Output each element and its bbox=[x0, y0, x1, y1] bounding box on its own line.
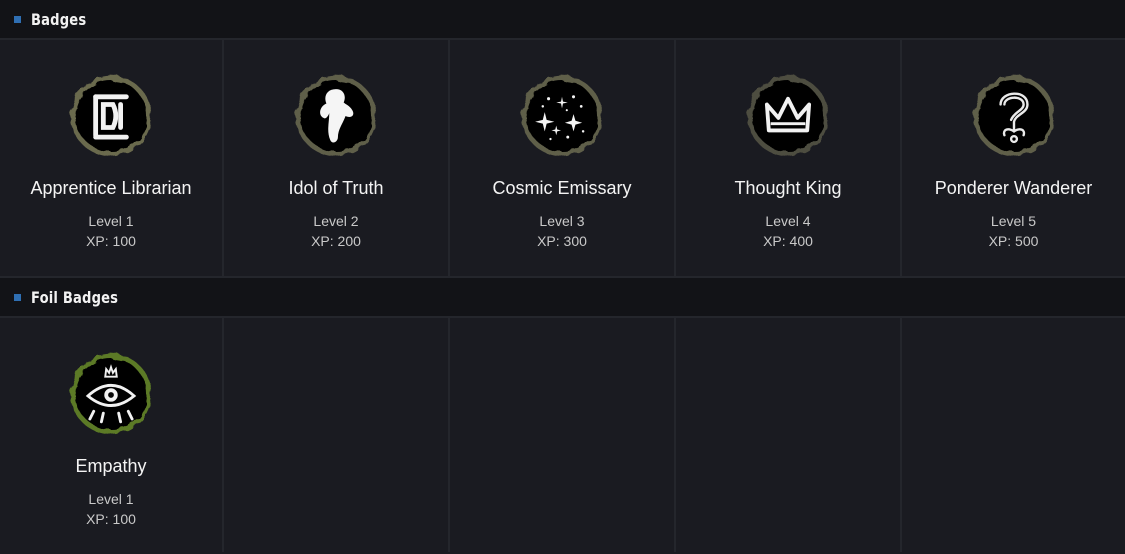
badge-xp: XP: 500 bbox=[988, 233, 1039, 249]
badge-name: Empathy bbox=[75, 456, 147, 476]
badge-level: Level 1 bbox=[88, 213, 134, 229]
empty-badge-slot bbox=[902, 318, 1125, 552]
badges-section: Badges Apprentice Librarian Level 1 XP: … bbox=[0, 0, 1125, 278]
question-plant-icon bbox=[973, 75, 1054, 157]
badge-name: Apprentice Librarian bbox=[30, 178, 192, 198]
empty-badge-slot bbox=[676, 318, 902, 552]
eye-icon bbox=[70, 353, 152, 435]
badge-name: Idol of Truth bbox=[288, 178, 384, 198]
badge-card[interactable]: Cosmic Emissary Level 3 XP: 300 bbox=[450, 40, 676, 276]
badge-xp: XP: 400 bbox=[763, 233, 813, 249]
badge-card[interactable]: Ponderer Wanderer Level 5 XP: 500 bbox=[902, 40, 1125, 276]
badge-card[interactable]: Apprentice Librarian Level 1 XP: 100 bbox=[0, 40, 224, 276]
badge-card[interactable]: Idol of Truth Level 2 XP: 200 bbox=[224, 40, 450, 276]
badge-name: Cosmic Emissary bbox=[492, 178, 632, 198]
badge-xp: XP: 100 bbox=[86, 233, 136, 249]
section-title: Foil Badges bbox=[31, 287, 119, 307]
ghost-figure-icon bbox=[295, 75, 377, 157]
foil-badges-section: Foil Badges Empathy Level 1 XP: 100 bbox=[0, 278, 1125, 552]
badge-level: Level 1 bbox=[88, 491, 134, 507]
foil-badges-section-header: Foil Badges bbox=[0, 278, 1125, 318]
section-title: Badges bbox=[31, 9, 87, 29]
stars-icon bbox=[521, 75, 603, 157]
badge-level: Level 2 bbox=[313, 213, 359, 229]
empty-badge-slot bbox=[450, 318, 676, 552]
badge-card[interactable]: Thought King Level 4 XP: 400 bbox=[676, 40, 902, 276]
badge-name: Ponderer Wanderer bbox=[934, 178, 1093, 198]
crown-icon bbox=[747, 75, 829, 157]
badge-card[interactable]: Empathy Level 1 XP: 100 bbox=[0, 318, 224, 552]
badge-level: Level 5 bbox=[990, 213, 1037, 229]
badge-level: Level 4 bbox=[765, 213, 811, 229]
section-marker-icon bbox=[14, 293, 21, 301]
badges-section-header: Badges bbox=[0, 0, 1125, 40]
foil-badges-grid: Empathy Level 1 XP: 100 bbox=[0, 318, 1125, 552]
badge-xp: XP: 100 bbox=[86, 511, 136, 527]
section-marker-icon bbox=[14, 15, 21, 23]
badge-name: Thought King bbox=[734, 178, 842, 198]
badge-xp: XP: 200 bbox=[311, 233, 361, 249]
badge-xp: XP: 300 bbox=[537, 233, 587, 249]
empty-badge-slot bbox=[224, 318, 450, 552]
badges-grid: Apprentice Librarian Level 1 XP: 100 Ido… bbox=[0, 40, 1125, 278]
book-glyph-icon bbox=[70, 75, 152, 157]
badge-level: Level 3 bbox=[539, 213, 585, 229]
